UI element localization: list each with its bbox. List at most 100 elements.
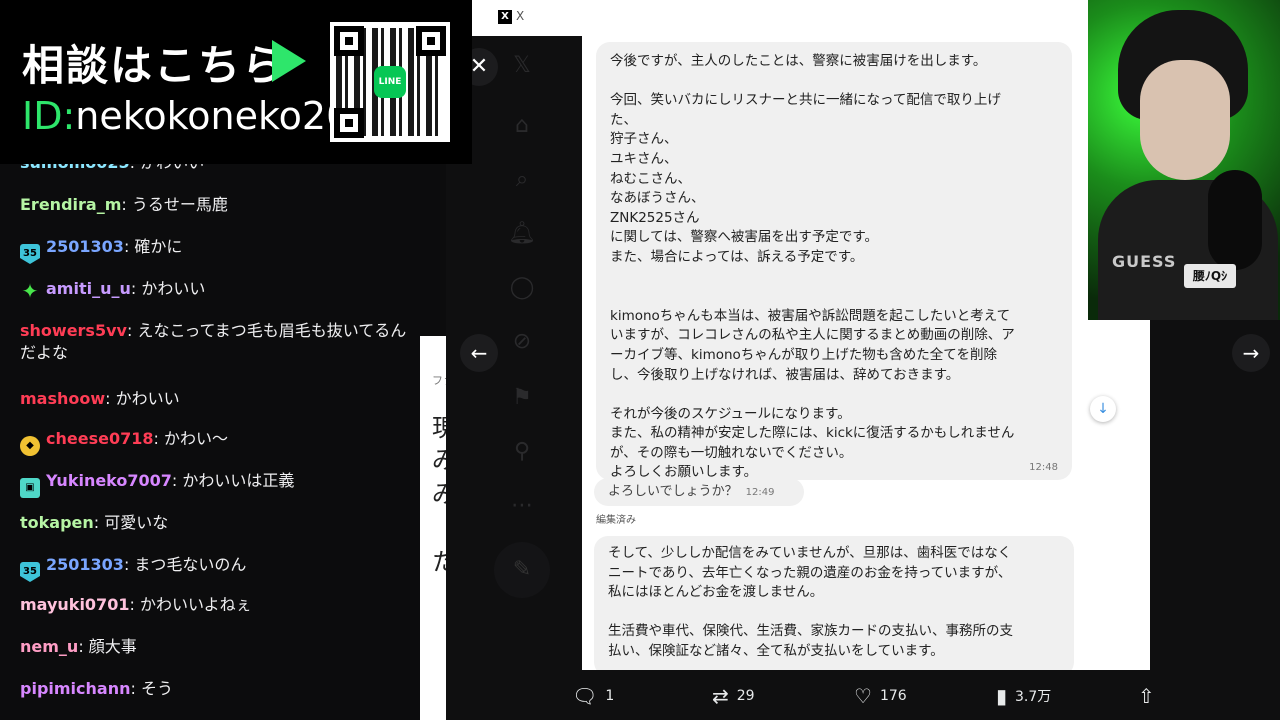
chat-text: かわい〜 <box>163 429 228 448</box>
chat-message: 35 2501303: まつ毛ないのん <box>20 554 440 582</box>
chat-username[interactable]: 2501303 <box>46 555 124 574</box>
chat-username[interactable]: amiti_u_u <box>46 279 131 298</box>
message-line: ねむこさん、 <box>610 170 691 187</box>
message-line: 払い、保険証など諸々、全て私が支払いをしています。 <box>608 642 944 659</box>
message-icon[interactable]: ◯ <box>508 274 536 302</box>
message-line: に関しては、警察へ被害届を出す予定です。 <box>610 229 878 246</box>
next-arrow-icon[interactable]: → <box>1232 334 1270 372</box>
reply-button[interactable]: 🗨︎ 1 <box>572 680 614 712</box>
shirt-text: GUESS <box>1112 252 1177 271</box>
views-button[interactable]: ▮ 3.7万 <box>996 680 1051 712</box>
subscriber-badge-icon: 35 <box>20 244 40 264</box>
message-time: 12:49 <box>745 487 775 498</box>
chat-message: nem_u: 顔大事 <box>20 637 137 656</box>
chat-username[interactable]: showers5vv <box>20 321 127 340</box>
line-logo-icon: LINE <box>374 66 406 98</box>
tab-title[interactable]: X <box>516 9 524 23</box>
message-bubble-small: よろしいでしょうか？ 12:49 <box>594 478 804 506</box>
message-line <box>610 72 1058 92</box>
message-line: それが今後のスケジュールになります。 <box>610 405 851 422</box>
message-line <box>610 268 1058 288</box>
compose-icon[interactable]: ✎ <box>494 542 550 598</box>
message-line: ーカイブ等、kimonoちゃんが取り上げた物も含めた全てを削除 <box>610 346 998 363</box>
message-bubble: そして、少ししか配信をみていませんが、旦那は、歯科医ではなく ニートであり、去年亡… <box>594 536 1074 670</box>
message-line: し、今後取り上げなければ、被害届は、辞めておきます。 <box>610 366 960 383</box>
home-icon[interactable]: ⌂ <box>508 112 536 140</box>
chat-text: かわいい <box>141 279 206 298</box>
chat-username[interactable]: pipimichann <box>20 679 130 698</box>
message-text: よろしいでしょうか？ <box>608 484 738 499</box>
views-count: 3.7万 <box>1015 689 1052 705</box>
chat-text: まつ毛ないのん <box>134 555 247 574</box>
chat-text: かわいい <box>115 389 180 408</box>
cheese-badge-icon: ◆ <box>20 436 40 456</box>
search-icon[interactable]: ⌕ <box>508 166 536 194</box>
profile-icon[interactable]: ⚲ <box>508 438 536 466</box>
post-actions: 🗨︎ 1 ⇄ 29 ♡ 176 ▮ 3.7万 ⇧ <box>572 680 1172 712</box>
chat-username[interactable]: Yukineko7007 <box>46 471 172 490</box>
chat-message: ▣ Yukineko7007: かわいいは正義 <box>20 470 440 498</box>
repost-count: 29 <box>736 688 755 704</box>
x-logo-icon[interactable]: 𝕏 <box>508 52 536 80</box>
microphone-icon <box>1208 170 1262 270</box>
chat-message: ✦ amiti_u_u: かわいい <box>21 279 206 303</box>
reply-count: 1 <box>605 688 615 704</box>
chat-message: showers5vv: えなこってまつ毛も眉毛も抜いてるん だよな <box>20 321 407 362</box>
previous-arrow-icon[interactable]: ← <box>460 334 498 372</box>
chat-username[interactable]: mashoow <box>20 389 105 408</box>
views-icon: ▮ <box>996 684 1008 708</box>
like-button[interactable]: ♡ 176 <box>854 680 907 712</box>
play-arrow-icon <box>272 40 306 82</box>
message-line <box>608 603 1060 623</box>
message-line: た、 <box>610 111 637 128</box>
chat-username[interactable]: 2501303 <box>46 237 124 256</box>
more-icon[interactable]: ⋯ <box>508 492 536 520</box>
chat-message: pipimichann: そう <box>20 679 173 698</box>
repost-icon: ⇄ <box>712 684 729 708</box>
message-line: 生活費や車代、保険代、生活費、家族カードの支払い、事務所の支 <box>608 623 1013 640</box>
message-line: ZNK2525さん <box>610 209 700 226</box>
message-line: 今回、笑いバカにしリスナーと共に一緒になって配信で取り上げ <box>610 92 1001 109</box>
message-line: なあぼうさん、 <box>610 190 705 207</box>
chat-text: 確かに <box>134 237 183 256</box>
message-line: 私にはほとんどお金を渡しません。 <box>608 584 824 601</box>
chat-message: 35 2501303: 確かに <box>20 236 440 264</box>
chat-text: かわいいは正義 <box>182 471 295 490</box>
gift-badge-icon: ▣ <box>20 478 40 498</box>
chat-text: かわいいよねぇ <box>139 595 252 614</box>
banner-id-prefix: ID: <box>22 94 76 138</box>
consult-banner: 相談はこちら ID:nekokoneko2018 LINE <box>0 0 472 164</box>
chat-username[interactable]: mayuki0701 <box>20 595 129 614</box>
scroll-down-icon[interactable]: ↓ <box>1090 396 1116 422</box>
message-line: kimonoちゃんも本当は、被害届や訴訟問題を起こしたいと考えて <box>610 307 1011 324</box>
banner-title: 相談はこちら <box>22 41 287 90</box>
message-line: また、私の精神が安定した際には、kickに復活するかもしれません <box>610 425 1015 442</box>
chat-text: 可愛いな <box>104 513 169 532</box>
message-line: が、その際も一切触れないでください。 <box>610 444 853 461</box>
chat-username[interactable]: Erendira_m <box>20 195 121 214</box>
chat-text: うるせー馬鹿 <box>131 195 228 214</box>
chat-username[interactable]: tokapen <box>20 513 94 532</box>
chat-message: mashoow: かわいい <box>20 389 180 408</box>
bookmark-icon[interactable]: ⚑ <box>508 384 536 412</box>
share-button[interactable]: ⇧ <box>1138 680 1163 712</box>
chat-text: そう <box>140 679 173 698</box>
message-line: そして、少ししか配信をみていませんが、旦那は、歯科医ではなく <box>608 545 1012 561</box>
bell-icon[interactable]: 🔔︎ <box>508 220 536 248</box>
repost-button[interactable]: ⇄ 29 <box>712 680 755 712</box>
post-image[interactable]: 今後ですが、主人のしたことは、警察に被害届けを出します。 今回、笑いバカにしリス… <box>582 36 1150 670</box>
message-line: また、場合によっては、訴える予定です。 <box>610 248 864 265</box>
message-bubble: 今後ですが、主人のしたことは、警察に被害届けを出します。 今回、笑いバカにしリス… <box>596 42 1072 480</box>
message-line <box>610 385 1058 405</box>
chat-message: ◆ cheese0718: かわい〜 <box>20 428 440 456</box>
message-line: いますが、コレコレさんの私や主人に関するまとめ動画の削除、ア <box>610 327 1015 344</box>
chat-username[interactable]: cheese0718 <box>46 429 153 448</box>
chat-username[interactable]: nem_u <box>20 637 78 656</box>
message-line <box>610 287 1058 307</box>
message-line: ユキさん、 <box>610 150 678 167</box>
qr-code: LINE <box>330 22 450 142</box>
message-line: 狩子さん、 <box>610 131 678 148</box>
grok-icon[interactable]: ⊘ <box>508 328 536 356</box>
edited-label: 編集済み <box>596 515 636 526</box>
chat-text: 顔大事 <box>88 637 137 656</box>
